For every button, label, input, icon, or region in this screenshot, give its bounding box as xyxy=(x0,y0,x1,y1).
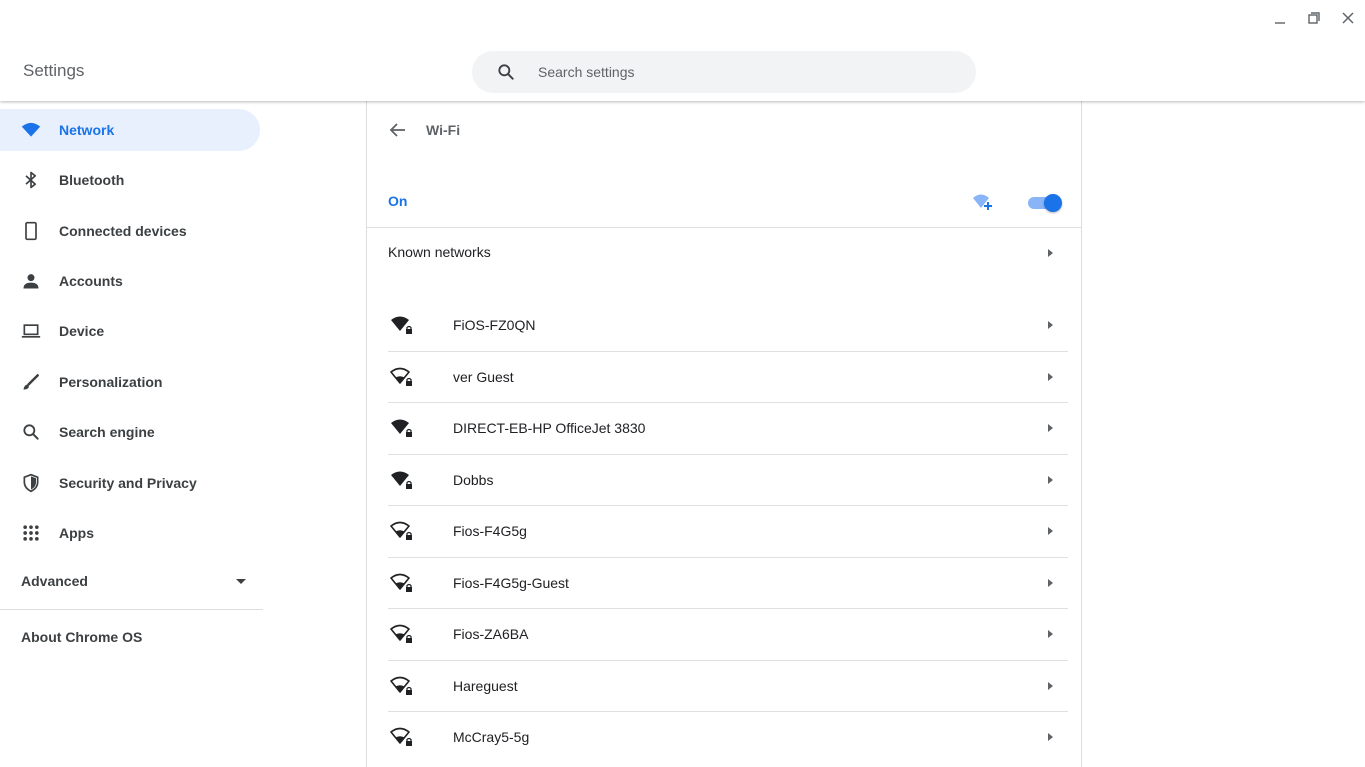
caret-down-icon xyxy=(236,579,246,584)
arrow-right-icon xyxy=(1048,630,1053,638)
wifi-state-row: On xyxy=(367,173,1081,228)
network-row[interactable]: DIRECT-EB-HP OfficeJet 3830 xyxy=(388,403,1068,455)
advanced-label: Advanced xyxy=(21,573,88,589)
shield-icon xyxy=(21,473,41,493)
sidebar-item-apps[interactable]: Apps xyxy=(0,512,260,554)
minimize-icon xyxy=(1275,22,1285,24)
brush-icon xyxy=(21,372,41,392)
wifi-secured-icon xyxy=(390,676,412,695)
wifi-secured-icon xyxy=(391,316,412,334)
about-chrome-os-link[interactable]: About Chrome OS xyxy=(21,629,142,645)
network-name: DIRECT-EB-HP OfficeJet 3830 xyxy=(453,420,646,436)
sidebar-item-label: Personalization xyxy=(59,374,163,390)
sidebar-item-label: Apps xyxy=(59,525,94,541)
search-icon xyxy=(21,422,41,442)
add-wifi-icon[interactable] xyxy=(972,191,994,213)
network-row[interactable]: FiOS-FZ0QN xyxy=(388,300,1068,352)
app-header: Settings xyxy=(0,0,1365,101)
sidebar-item-search-engine[interactable]: Search engine xyxy=(0,411,260,453)
page-title: Wi-Fi xyxy=(426,122,461,138)
person-icon xyxy=(21,271,41,291)
sidebar-item-security-and-privacy[interactable]: Security and Privacy xyxy=(0,462,260,504)
network-row[interactable]: Dobbs xyxy=(388,455,1068,506)
wifi-secured-icon xyxy=(391,419,412,437)
network-name: McCray5-5g xyxy=(453,729,530,745)
sidebar-item-label: Device xyxy=(59,323,105,339)
wifi-secured-icon xyxy=(390,624,412,643)
network-name: Hareguest xyxy=(453,677,518,694)
sidebar-item-label: Security and Privacy xyxy=(59,475,197,491)
arrow-right-icon xyxy=(1048,681,1053,690)
restore-icon xyxy=(1308,12,1320,24)
sidebar-item-personalization[interactable]: Personalization xyxy=(0,361,260,403)
sidebar-item-connected-devices[interactable]: Connected devices xyxy=(0,210,260,252)
network-name: Dobbs xyxy=(453,471,494,488)
sidebar-item-label: Network xyxy=(59,122,115,138)
search-icon xyxy=(498,64,514,80)
sidebar-item-bluetooth[interactable]: Bluetooth xyxy=(0,159,260,201)
network-row[interactable]: Fios-F4G5g-Guest xyxy=(388,558,1068,609)
advanced-toggle[interactable]: Advanced xyxy=(21,571,246,591)
network-name: ver Guest xyxy=(453,368,514,385)
sidebar-item-label: Search engine xyxy=(59,424,155,440)
arrow-right-icon xyxy=(1048,321,1053,329)
sidebar-item-label: Accounts xyxy=(59,273,123,289)
subpage-header: Wi-Fi xyxy=(367,101,1081,159)
arrow-right-icon xyxy=(1048,578,1053,587)
sidebar-divider xyxy=(0,609,263,610)
window-controls xyxy=(1263,0,1365,36)
network-row[interactable]: Hareguest xyxy=(388,661,1068,712)
arrow-right-icon xyxy=(1048,249,1053,257)
wifi-secured-icon xyxy=(390,727,412,746)
known-networks-label: Known networks xyxy=(388,244,491,260)
sidebar-item-accounts[interactable]: Accounts xyxy=(0,260,260,302)
wifi-secured-icon xyxy=(390,573,412,592)
sidebar-item-network[interactable]: Network xyxy=(0,109,260,151)
network-row[interactable]: Fios-ZA6BA xyxy=(388,609,1068,661)
wifi-secured-icon xyxy=(390,521,412,540)
sidebar-item-device[interactable]: Device xyxy=(0,310,260,352)
apps-grid-icon xyxy=(21,523,41,543)
sidebar: Network Bluetooth Connected devices Acco… xyxy=(0,101,265,767)
known-networks-row[interactable]: Known networks xyxy=(367,229,1081,275)
sidebar-item-label: Connected devices xyxy=(59,223,187,239)
back-arrow-icon xyxy=(389,123,405,137)
sidebar-item-label: Bluetooth xyxy=(59,172,125,188)
back-button[interactable] xyxy=(386,118,410,142)
minimize-button[interactable] xyxy=(1263,1,1297,35)
search-box[interactable] xyxy=(472,51,976,93)
close-icon xyxy=(1342,12,1354,24)
bluetooth-icon xyxy=(21,170,41,190)
wifi-toggle[interactable] xyxy=(1028,193,1062,213)
wifi-panel: Wi-Fi On Known networks FiOS-FZ0QN ver Gu… xyxy=(366,101,1082,767)
network-row[interactable]: ver Guest xyxy=(388,352,1068,403)
wifi-icon xyxy=(21,120,41,140)
network-name: Fios-ZA6BA xyxy=(453,626,529,642)
network-list: FiOS-FZ0QN ver Guest DIRECT-EB-HP OfficeJe… xyxy=(388,300,1068,764)
wifi-secured-icon xyxy=(390,367,412,386)
wifi-secured-icon xyxy=(391,471,412,489)
network-row[interactable]: Fios-F4G5g xyxy=(388,506,1068,558)
arrow-right-icon xyxy=(1048,424,1053,432)
close-button[interactable] xyxy=(1331,1,1365,35)
network-row[interactable]: McCray5-5g xyxy=(388,712,1068,764)
toggle-knob xyxy=(1044,194,1062,212)
arrow-right-icon xyxy=(1048,372,1053,381)
network-name: FiOS-FZ0QN xyxy=(453,317,536,333)
network-name: Fios-F4G5g-Guest xyxy=(453,574,569,591)
phone-icon xyxy=(21,221,41,241)
arrow-right-icon xyxy=(1048,475,1053,484)
network-name: Fios-F4G5g xyxy=(453,523,527,539)
arrow-right-icon xyxy=(1048,733,1053,741)
restore-button[interactable] xyxy=(1297,1,1331,35)
wifi-state-label: On xyxy=(388,193,408,209)
laptop-icon xyxy=(21,321,41,341)
search-input[interactable] xyxy=(538,64,918,80)
arrow-right-icon xyxy=(1048,527,1053,535)
app-title: Settings xyxy=(23,61,85,80)
